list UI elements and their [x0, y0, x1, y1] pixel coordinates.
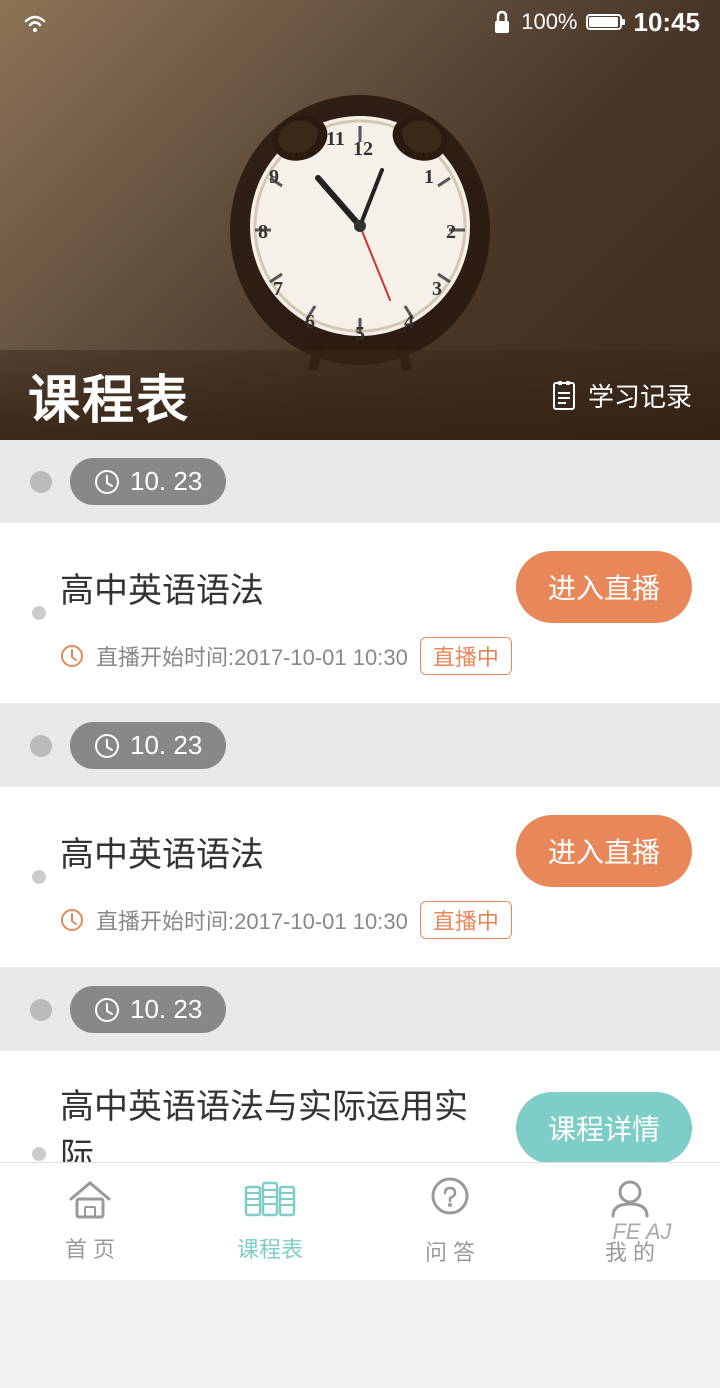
status-right-icons: 100% 10:45 [491, 7, 700, 38]
enter-live-btn-0[interactable]: 进入直播 [516, 551, 692, 623]
nav-label-courses: 课程表 [237, 1232, 303, 1264]
status-bar: 100% 10:45 [0, 0, 720, 44]
date-text-2: 10. 23 [130, 994, 202, 1025]
svg-text:3: 3 [432, 278, 442, 300]
course-card-1: 高中英语语法 进入直播 直播开始时间:2017-10-01 10:30 直播中 [0, 787, 720, 968]
time-display: 10:45 [634, 7, 701, 38]
date-row-0: 10. 23 [0, 440, 720, 523]
timeline-dot-0 [30, 471, 52, 493]
svg-text:11: 11 [326, 128, 345, 150]
enter-live-btn-1[interactable]: 进入直播 [516, 815, 692, 887]
date-text-1: 10. 23 [130, 730, 202, 761]
course-meta-1: 直播开始时间:2017-10-01 10:30 直播中 [60, 901, 692, 939]
course-meta-0: 直播开始时间:2017-10-01 10:30 直播中 [60, 637, 692, 675]
svg-text:1: 1 [424, 166, 434, 188]
svg-text:4: 4 [404, 311, 414, 333]
date-badge-2: 10. 23 [70, 986, 226, 1033]
nav-item-qa[interactable]: 问 答 [370, 1176, 530, 1267]
live-status-badge-1: 直播中 [420, 901, 512, 939]
timeline-dot-2 [30, 999, 52, 1021]
home-icon [67, 1179, 113, 1226]
page-title: 课程表 [28, 358, 190, 433]
study-record-btn[interactable]: 学习记录 [552, 377, 692, 414]
timeline-dot-1 [30, 735, 52, 757]
live-status-badge-0: 直播中 [420, 637, 512, 675]
watermark: FE AJ [564, 1184, 720, 1280]
schedule-group-1: 10. 23 高中英语语法 进入直播 直播开始时间:2017-10-01 10:… [0, 704, 720, 968]
date-row-1: 10. 23 [0, 704, 720, 787]
svg-text:7: 7 [273, 278, 283, 300]
study-record-label: 学习记录 [588, 377, 692, 414]
date-row-2: 10. 23 [0, 968, 720, 1051]
date-badge-0: 10. 23 [70, 458, 226, 505]
svg-text:8: 8 [258, 221, 268, 243]
course-name-1: 高中英语语法 [60, 827, 496, 876]
clock-illustration: 12 1 2 3 4 5 6 7 8 9 10 11 [190, 30, 530, 370]
date-text-0: 10. 23 [130, 466, 202, 497]
course-time-label-1: 直播开始时间:2017-10-01 10:30 [96, 904, 408, 936]
svg-text:5: 5 [355, 323, 365, 345]
course-time-label-0: 直播开始时间:2017-10-01 10:30 [96, 640, 408, 672]
status-left-icons [20, 11, 50, 33]
nav-item-courses[interactable]: 课程表 [190, 1179, 350, 1264]
hero-bottom-bar: 课程表 学习记录 [0, 350, 720, 440]
hero-section: 12 1 2 3 4 5 6 7 8 9 10 11 [0, 0, 720, 440]
course-detail-btn-2[interactable]: 课程详情 [516, 1092, 692, 1164]
nav-label-qa: 问 答 [425, 1235, 475, 1267]
qa-icon [427, 1176, 473, 1229]
course-name-0: 高中英语语法 [60, 563, 496, 612]
svg-text:6: 6 [305, 311, 315, 333]
nav-label-home: 首 页 [65, 1232, 115, 1264]
svg-text:9: 9 [269, 166, 279, 188]
nav-item-home[interactable]: 首 页 [10, 1179, 170, 1264]
battery-text: 100% [521, 9, 577, 35]
svg-text:2: 2 [446, 221, 456, 243]
schedule-group-0: 10. 23 高中英语语法 进入直播 直播开始时间:2017-10-01 10:… [0, 440, 720, 704]
courses-icon [244, 1179, 296, 1226]
date-badge-1: 10. 23 [70, 722, 226, 769]
svg-text:12: 12 [353, 138, 373, 160]
course-card-0: 高中英语语法 进入直播 直播开始时间:2017-10-01 10:30 直播中 [0, 523, 720, 704]
